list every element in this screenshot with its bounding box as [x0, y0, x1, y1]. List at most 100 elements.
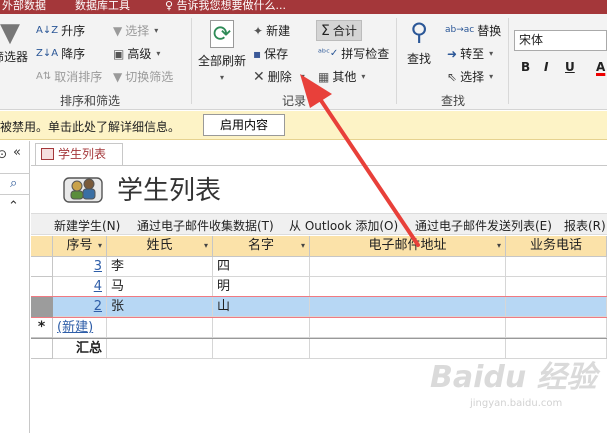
sort-descending-label: 降序 [61, 47, 86, 61]
students-icon [63, 177, 103, 203]
pane-menu-icon[interactable]: ⊙ [0, 147, 7, 161]
cell-business-phone[interactable] [506, 297, 607, 317]
cell-first-name[interactable]: 山 [213, 297, 310, 317]
collect-email-link[interactable]: 通过电子邮件收集数据(T) [137, 217, 274, 234]
cell-email[interactable] [310, 318, 506, 338]
cell-first-name[interactable]: 四 [213, 257, 310, 277]
filter-label: 筛选器 [0, 50, 29, 64]
cell-last-name[interactable] [107, 318, 213, 338]
tab-database-tools[interactable]: 数据库工具 [75, 0, 130, 13]
cell-last-name[interactable]: 马 [107, 277, 213, 297]
totals-cell[interactable] [107, 339, 213, 359]
select-label: 选择 [460, 70, 485, 84]
clear-sort-icon: A⇅ [36, 70, 52, 82]
group-separator [508, 18, 509, 104]
goto-button[interactable]: ➜ 转至 ▾ [447, 45, 493, 62]
cell-last-name[interactable]: 张 [107, 297, 213, 317]
security-message-text[interactable]: 被禁用。单击此处了解详细信息。 [0, 118, 180, 135]
cell-id[interactable]: 2 [53, 297, 107, 317]
expand-group-icon[interactable]: ⌃ [8, 199, 19, 214]
record-id-link[interactable]: 4 [94, 279, 102, 294]
add-outlook-link[interactable]: 从 Outlook 添加(O) [289, 217, 398, 234]
select-button[interactable]: ⇖ 选择 ▾ [447, 68, 493, 85]
reports-link[interactable]: 报表(R) [564, 217, 606, 234]
funnel-icon: ▼ [0, 18, 20, 48]
new-record-icon: ✦ [253, 23, 264, 38]
collapse-pane-icon[interactable]: « [13, 145, 21, 160]
new-record-link[interactable]: (新建) [57, 320, 93, 335]
column-header-last-name[interactable]: 姓氏 ▾ [107, 236, 213, 257]
spelling-button[interactable]: ᵃᵇᶜ✓ 拼写检查 [318, 45, 389, 62]
search-icon: ⌕ [10, 176, 18, 191]
cell-first-name[interactable] [213, 318, 310, 338]
chevron-down-icon[interactable]: ▾ [98, 236, 102, 256]
spelling-icon: ᵃᵇᶜ✓ [318, 47, 339, 59]
selection-filter-button[interactable]: ▼ 选择 ▾ [113, 22, 158, 39]
cell-business-phone[interactable] [506, 277, 607, 297]
cell-first-name[interactable]: 明 [213, 277, 310, 297]
goto-label: 转至 [460, 47, 485, 61]
bold-button[interactable]: B [521, 60, 530, 74]
advanced-filter-button[interactable]: ▣ 高级 ▾ [113, 45, 160, 62]
tell-me-box[interactable]: ♀ 告诉我您想要做什么... [165, 0, 286, 13]
new-row-selector[interactable]: * [31, 318, 53, 338]
column-header-business-phone[interactable]: 业务电话 [506, 236, 607, 257]
cell-new-record[interactable]: (新建) [53, 318, 107, 338]
ribbon-tab-strip: 外部数据 数据库工具 ♀ 告诉我您想要做什么... [0, 0, 607, 14]
more-label: 其他 [332, 70, 357, 84]
refresh-all-label: 全部刷新 [198, 54, 247, 68]
sort-ascending-button[interactable]: A↓Z 升序 [36, 22, 85, 39]
cell-business-phone[interactable] [506, 257, 607, 277]
row-selector[interactable] [31, 257, 53, 277]
column-header-first-name[interactable]: 名字 ▾ [213, 236, 310, 257]
sort-descending-button[interactable]: Z↓A 降序 [36, 45, 85, 62]
cell-email[interactable] [310, 277, 506, 297]
clear-sort-label: 取消排序 [54, 70, 103, 84]
totals-button[interactable]: Σ 合计 [316, 20, 362, 41]
cell-business-phone[interactable] [506, 318, 607, 338]
save-record-button[interactable]: ▪ 保存 [253, 45, 288, 62]
underline-button[interactable]: U [565, 60, 575, 74]
cursor-icon: ⇖ [447, 69, 458, 84]
column-header-id[interactable]: 序号 ▾ [53, 236, 107, 257]
record-id-link[interactable]: 2 [94, 299, 102, 314]
new-student-link[interactable]: 新建学生(N) [54, 217, 120, 234]
font-name-select[interactable]: 宋体 [514, 30, 607, 51]
enable-content-button[interactable]: 启用内容 [203, 114, 285, 136]
replace-label: 替换 [477, 24, 502, 38]
form-header: 学生列表 [31, 166, 607, 212]
column-header-email[interactable]: 电子邮件地址 ▾ [310, 236, 506, 257]
chevron-down-icon[interactable]: ▾ [204, 236, 208, 256]
record-id-link[interactable]: 3 [94, 259, 102, 274]
refresh-icon: ⟳ [210, 20, 234, 48]
clear-sort-button[interactable]: A⇅ 取消排序 [36, 68, 102, 85]
refresh-all-button[interactable]: ⟳ 全部刷新 ▾ [198, 20, 246, 82]
cell-id[interactable]: 4 [53, 277, 107, 297]
more-button[interactable]: ▦ 其他 ▾ [318, 68, 365, 85]
totals-cell[interactable] [213, 339, 310, 359]
cell-email[interactable] [310, 297, 506, 317]
chevron-down-icon[interactable]: ▾ [497, 236, 501, 256]
replace-button[interactable]: ab→ac 替换 [445, 22, 501, 39]
chevron-down-icon[interactable]: ▾ [301, 236, 305, 256]
font-color-button[interactable]: A [596, 60, 605, 74]
select-all-corner[interactable] [31, 236, 53, 257]
datasheet: 序号 ▾ 姓氏 ▾ 名字 ▾ 电子邮件地址 ▾ 业务电话 3 李 四 4 马 明… [31, 236, 607, 338]
find-button[interactable]: ⚲ 查找 [407, 20, 431, 67]
toggle-filter-button[interactable]: ▼ 切换筛选 [113, 68, 173, 85]
delete-record-button[interactable]: ✕ 删除 ▾ [253, 68, 305, 85]
tab-student-list[interactable]: 学生列表 [35, 143, 123, 165]
chevron-down-icon: ▾ [220, 73, 225, 82]
italic-button[interactable]: I [544, 60, 548, 74]
nav-search-box[interactable]: ⌕ [0, 173, 30, 195]
chevron-down-icon: ▾ [361, 72, 366, 81]
cell-id[interactable]: 3 [53, 257, 107, 277]
new-record-button[interactable]: ✦ 新建 [253, 22, 290, 39]
filter-button[interactable]: ▼ 筛选器 [0, 20, 28, 65]
tab-external-data[interactable]: 外部数据 [2, 0, 46, 13]
cell-last-name[interactable]: 李 [107, 257, 213, 277]
cell-email[interactable] [310, 257, 506, 277]
row-selector-active[interactable] [31, 297, 53, 317]
row-selector[interactable] [31, 277, 53, 297]
email-list-link[interactable]: 通过电子邮件发送列表(E) [415, 217, 552, 234]
